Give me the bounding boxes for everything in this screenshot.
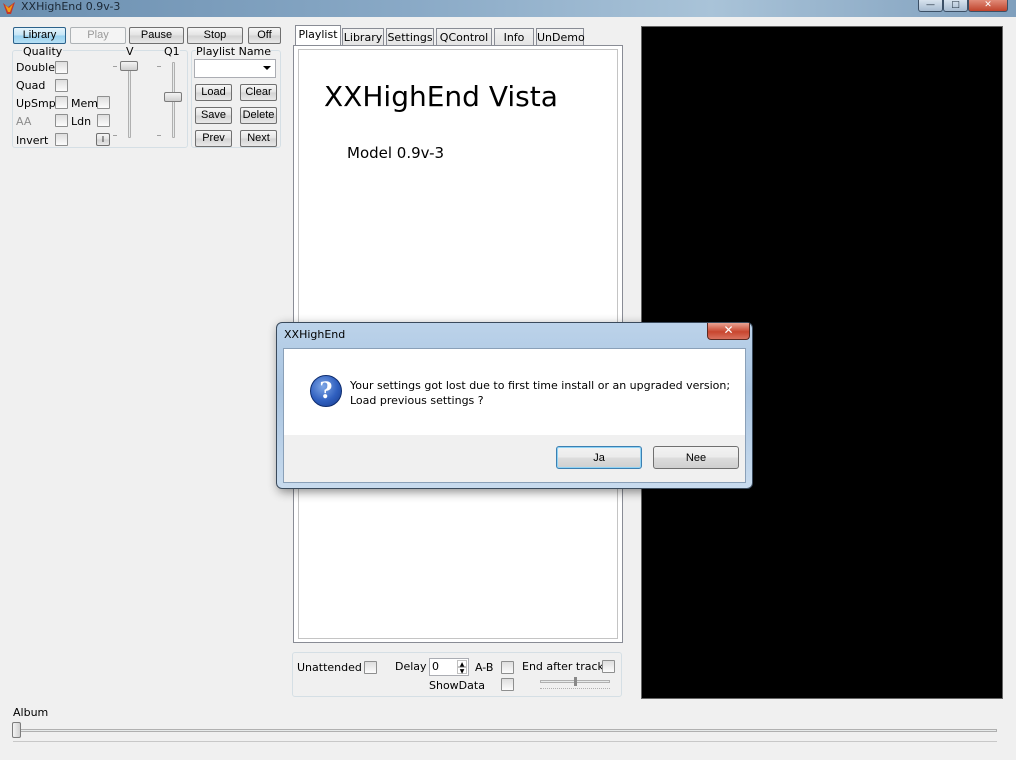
v-label: V <box>126 45 134 58</box>
playlist-name-label: Playlist Name <box>196 45 272 58</box>
quad-checkbox[interactable] <box>55 79 68 92</box>
minimize-button[interactable]: — <box>918 0 943 12</box>
album-slider-track[interactable] <box>13 729 997 732</box>
dialog-close-button[interactable]: ✕ <box>707 323 750 340</box>
double-label: Double <box>16 61 55 74</box>
double-checkbox[interactable] <box>55 61 68 74</box>
library-button[interactable]: Library <box>13 27 66 44</box>
end-after-track-checkbox[interactable] <box>602 660 615 673</box>
tab-settings[interactable]: Settings <box>386 28 434 46</box>
pause-button[interactable]: Pause <box>129 27 184 44</box>
settings-dialog[interactable]: XXHighEnd ✕ ? Your settings got lost due… <box>276 322 753 489</box>
i-button[interactable]: I <box>96 133 110 146</box>
dialog-message-line1: Your settings got lost due to first time… <box>350 379 731 392</box>
prev-button[interactable]: Prev <box>195 130 232 147</box>
tab-library[interactable]: Library <box>342 28 384 46</box>
delete-button[interactable]: Delete <box>240 107 277 124</box>
dialog-message: Your settings got lost due to first time… <box>350 378 730 408</box>
mini-slider-thumb[interactable] <box>574 677 577 686</box>
album-label: Album <box>13 706 49 719</box>
save-button[interactable]: Save <box>195 107 232 124</box>
mem-checkbox[interactable] <box>97 96 110 109</box>
question-icon: ? <box>310 375 342 407</box>
close-window-button[interactable]: ✕ <box>968 0 1008 12</box>
album-slider-thumb[interactable] <box>12 722 21 738</box>
delay-spinner[interactable]: 0 ▲ ▼ <box>429 658 469 676</box>
stop-button[interactable]: Stop <box>187 27 243 44</box>
ab-checkbox[interactable] <box>501 661 514 674</box>
v-slider-tick <box>113 66 117 67</box>
q1-slider-tick <box>157 66 161 67</box>
chevron-down-icon[interactable] <box>263 66 271 70</box>
tab-undemo[interactable]: UnDemo <box>536 28 585 46</box>
showdata-label: ShowData <box>429 679 485 692</box>
window-title: XXHighEnd 0.9v-3 <box>21 0 121 13</box>
v-slider-track[interactable] <box>128 62 131 138</box>
tab-playlist[interactable]: Playlist <box>295 25 341 46</box>
unattended-label: Unattended <box>297 661 362 674</box>
app-heading: XXHighEnd Vista <box>324 80 558 113</box>
yes-button[interactable]: Ja <box>556 446 642 469</box>
q1-slider-tick <box>157 135 161 136</box>
dialog-body: ? Your settings got lost due to first ti… <box>283 348 746 483</box>
window-titlebar[interactable]: XXHighEnd 0.9v-3 — □ ✕ <box>0 0 1016 17</box>
invert-checkbox[interactable] <box>55 133 68 146</box>
v-slider-thumb[interactable] <box>120 61 138 71</box>
load-button[interactable]: Load <box>195 84 232 101</box>
spin-down-icon[interactable]: ▼ <box>457 667 467 675</box>
spin-up-icon[interactable]: ▲ <box>457 660 467 668</box>
showdata-checkbox[interactable] <box>501 678 514 691</box>
dialog-message-line2: Load previous settings ? <box>350 394 484 407</box>
ldn-label: Ldn <box>71 115 92 128</box>
ab-label: A-B <box>475 661 494 674</box>
v-slider-tick <box>113 135 117 136</box>
delay-label: Delay <box>395 660 427 673</box>
aa-checkbox[interactable] <box>55 114 68 127</box>
upsmp-label: UpSmp <box>16 97 56 110</box>
unattended-checkbox[interactable] <box>364 661 377 674</box>
q1-slider-thumb[interactable] <box>164 92 182 102</box>
next-button[interactable]: Next <box>240 130 277 147</box>
album-slider-baseline <box>13 741 997 742</box>
no-button[interactable]: Nee <box>653 446 739 469</box>
aa-label: AA <box>16 115 32 128</box>
end-after-track-label: End after track <box>522 660 604 673</box>
invert-label: Invert <box>16 134 49 147</box>
upsmp-checkbox[interactable] <box>55 96 68 109</box>
maximize-button[interactable]: □ <box>943 0 968 12</box>
q1-label: Q1 <box>164 45 180 58</box>
dialog-message-area: ? Your settings got lost due to first ti… <box>284 349 745 435</box>
quad-label: Quad <box>16 79 46 92</box>
ldn-checkbox[interactable] <box>97 114 110 127</box>
mem-label: Mem <box>71 97 98 110</box>
clear-button[interactable]: Clear <box>240 84 277 101</box>
mini-slider-ticks <box>540 688 610 690</box>
playlist-name-combo[interactable] <box>194 59 276 78</box>
off-button[interactable]: Off <box>248 27 281 44</box>
app-icon <box>3 2 15 14</box>
quality-label: Quality <box>22 45 64 58</box>
model-text: Model 0.9v-3 <box>347 144 445 162</box>
tab-info[interactable]: Info <box>494 28 534 46</box>
dialog-title: XXHighEnd <box>284 328 346 341</box>
play-button[interactable]: Play <box>70 27 126 44</box>
tab-qcontrol[interactable]: QControl <box>436 28 492 46</box>
delay-value: 0 <box>432 660 439 673</box>
